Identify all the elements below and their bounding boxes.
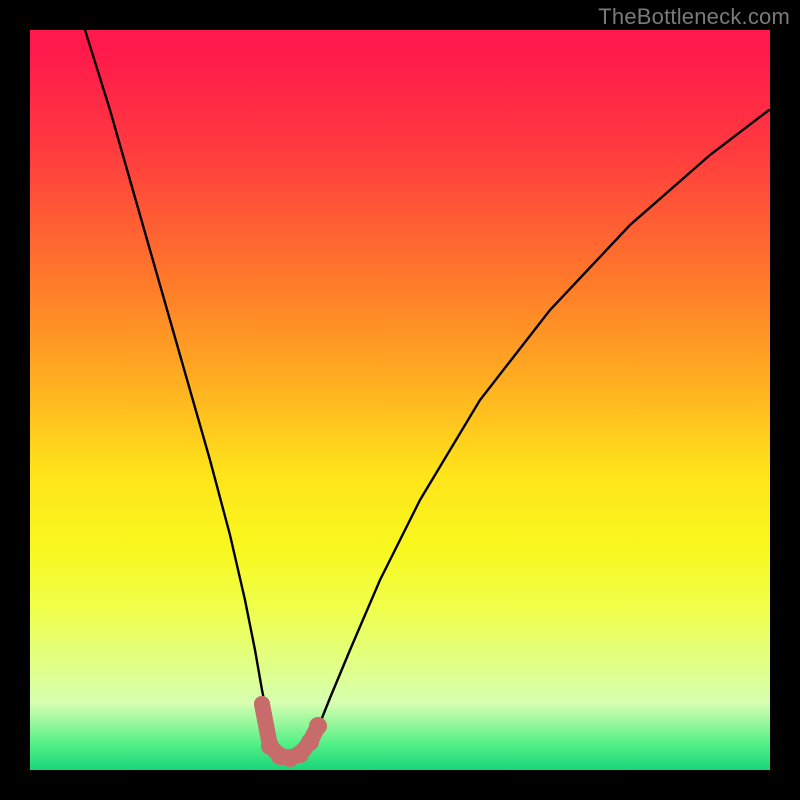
curve-layer [30, 30, 770, 770]
bottleneck-floor-highlight [254, 696, 327, 767]
outer-frame: TheBottleneck.com [0, 0, 800, 800]
highlight-dot [254, 696, 270, 712]
watermark-text: TheBottleneck.com [598, 4, 790, 30]
bottleneck-curve [85, 30, 769, 760]
highlight-dot [301, 733, 319, 751]
plot-area [30, 30, 770, 770]
highlight-dot [309, 717, 327, 735]
